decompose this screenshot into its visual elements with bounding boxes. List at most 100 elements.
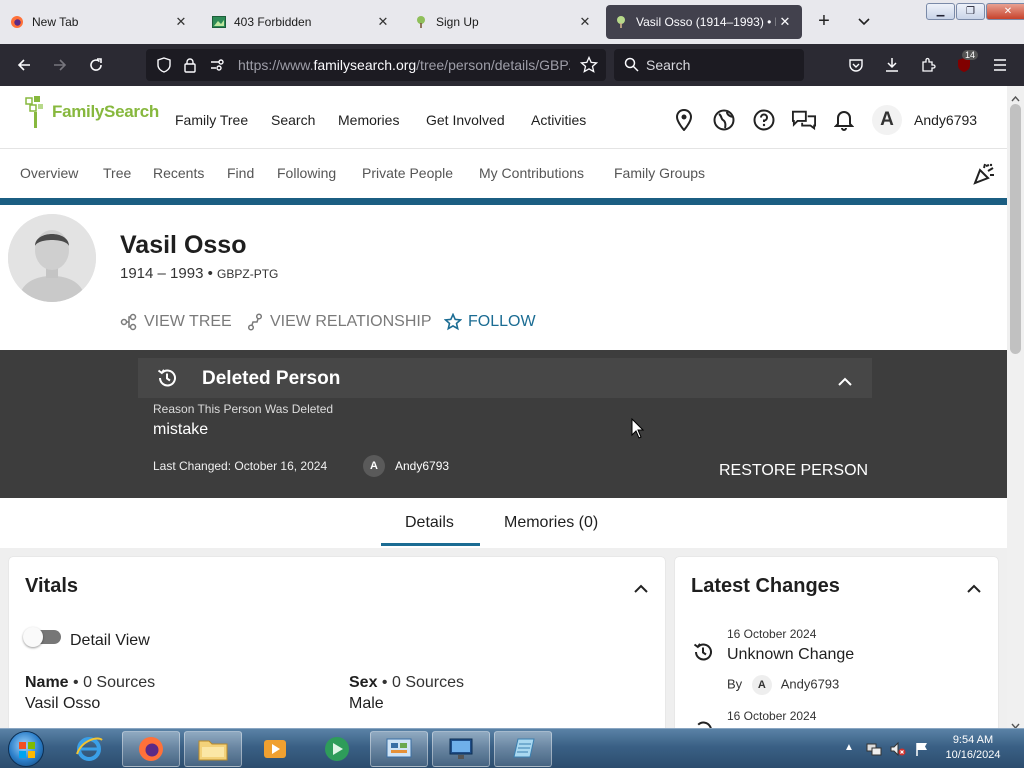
system-clock[interactable]: 9:54 AM 10/16/2024 bbox=[938, 733, 1008, 763]
control-panel-icon[interactable] bbox=[370, 731, 428, 767]
close-tab-icon[interactable]: ✕ bbox=[172, 13, 190, 31]
tracking-shield-icon[interactable] bbox=[156, 57, 172, 78]
help-icon[interactable] bbox=[752, 108, 776, 132]
changer-avatar[interactable]: A bbox=[363, 455, 385, 477]
file-explorer-icon[interactable] bbox=[184, 731, 242, 767]
show-hidden-icons-icon[interactable]: ▲ bbox=[844, 742, 854, 753]
internet-explorer-icon[interactable] bbox=[60, 731, 118, 767]
close-window-icon[interactable]: ✕ bbox=[986, 3, 1024, 20]
chevron-up-icon[interactable] bbox=[838, 373, 852, 391]
notifications-bell-icon[interactable] bbox=[832, 108, 856, 132]
lock-icon[interactable] bbox=[183, 57, 197, 78]
browser-tab-sign-up[interactable]: Sign Up ✕ bbox=[406, 5, 602, 39]
celebration-popper-icon[interactable] bbox=[972, 162, 996, 186]
location-pin-icon[interactable] bbox=[672, 108, 696, 132]
tab-memories[interactable]: Memories (0) bbox=[504, 514, 598, 532]
firefox-taskbar-icon[interactable] bbox=[122, 731, 180, 767]
reload-icon[interactable] bbox=[84, 53, 108, 77]
media-center-icon[interactable] bbox=[308, 731, 366, 767]
media-player-icon[interactable] bbox=[246, 731, 304, 767]
person-tabs: Details Memories (0) bbox=[0, 498, 1007, 548]
subnav-my-contributions[interactable]: My Contributions bbox=[479, 165, 584, 181]
extension-badge: 14 bbox=[962, 50, 979, 60]
restore-person-button[interactable]: RESTORE PERSON bbox=[719, 462, 868, 480]
forward-icon[interactable] bbox=[48, 53, 72, 77]
browser-tab-new-tab[interactable]: New Tab ✕ bbox=[2, 5, 198, 39]
search-bar[interactable]: Search bbox=[614, 49, 804, 81]
subnav-recents[interactable]: Recents bbox=[153, 165, 204, 181]
pocket-icon[interactable] bbox=[844, 53, 868, 77]
page-scrollbar[interactable] bbox=[1007, 86, 1024, 730]
start-button-windows-icon[interactable] bbox=[8, 731, 44, 767]
change-author-name[interactable]: Andy6793 bbox=[781, 676, 840, 691]
tab-title: New Tab bbox=[32, 15, 79, 29]
nav-search[interactable]: Search bbox=[271, 112, 315, 128]
tab-list-chevron-icon[interactable] bbox=[852, 10, 876, 34]
changer-username[interactable]: Andy6793 bbox=[395, 459, 449, 473]
close-tab-icon[interactable]: ✕ bbox=[374, 13, 392, 31]
url-bar[interactable]: https://www.familysearch.org/tree/person… bbox=[146, 49, 606, 81]
browser-tab-403[interactable]: 403 Forbidden ✕ bbox=[204, 5, 400, 39]
follow-button[interactable]: FOLLOW bbox=[444, 313, 536, 331]
person-id[interactable]: GBPZ-PTG bbox=[217, 267, 278, 281]
tab-details[interactable]: Details bbox=[405, 514, 454, 532]
close-tab-icon[interactable]: ✕ bbox=[776, 13, 794, 31]
globe-icon[interactable] bbox=[712, 108, 736, 132]
sex-value[interactable]: Male bbox=[349, 695, 384, 713]
deleted-person-header[interactable]: Deleted Person bbox=[138, 358, 872, 398]
history-icon bbox=[692, 719, 714, 728]
network-icon[interactable] bbox=[866, 741, 882, 757]
person-lifespan: 1914 – 1993 bbox=[120, 265, 204, 282]
change-author-avatar[interactable]: A bbox=[751, 675, 772, 695]
user-name[interactable]: Andy6793 bbox=[914, 112, 977, 128]
change-date: 16 October 2024 bbox=[727, 627, 817, 641]
person-name: Vasil Osso bbox=[120, 231, 247, 259]
subnav-tree[interactable]: Tree bbox=[103, 165, 131, 181]
view-relationship-button[interactable]: VIEW RELATIONSHIP bbox=[246, 313, 432, 331]
chevron-up-icon[interactable] bbox=[967, 580, 981, 594]
subnav-overview[interactable]: Overview bbox=[20, 165, 78, 181]
downloads-icon[interactable] bbox=[880, 53, 904, 77]
browser-tab-vasil-osso[interactable]: Vasil Osso (1914–1993) • Pe ✕ bbox=[606, 5, 802, 39]
subnav-following[interactable]: Following bbox=[277, 165, 336, 181]
sex-sources[interactable]: • 0 Sources bbox=[382, 674, 464, 691]
chevron-up-icon[interactable] bbox=[634, 580, 648, 594]
name-value[interactable]: Vasil Osso bbox=[25, 695, 100, 713]
menu-hamburger-icon[interactable] bbox=[988, 53, 1012, 77]
bookmark-star-icon[interactable] bbox=[579, 55, 599, 79]
vitals-card: Vitals Detail View Name • 0 Sources Vasi… bbox=[9, 557, 665, 728]
detail-view-toggle[interactable] bbox=[23, 627, 61, 647]
nav-activities[interactable]: Activities bbox=[531, 112, 586, 128]
nav-family-tree[interactable]: Family Tree bbox=[175, 112, 248, 128]
nav-get-involved[interactable]: Get Involved bbox=[426, 112, 505, 128]
subnav-family-groups[interactable]: Family Groups bbox=[614, 165, 705, 181]
view-relationship-label: VIEW RELATIONSHIP bbox=[270, 313, 432, 330]
nav-memories[interactable]: Memories bbox=[338, 112, 399, 128]
subnav-find[interactable]: Find bbox=[227, 165, 254, 181]
deletion-reason-label: Reason This Person Was Deleted bbox=[153, 402, 334, 416]
view-tree-button[interactable]: VIEW TREE bbox=[120, 313, 232, 331]
messages-icon[interactable] bbox=[792, 108, 816, 132]
back-icon[interactable] bbox=[12, 53, 36, 77]
familysearch-logo[interactable]: FamilySearch bbox=[24, 96, 159, 128]
remote-desktop-icon[interactable] bbox=[432, 731, 490, 767]
notepad-icon[interactable] bbox=[494, 731, 552, 767]
permissions-icon[interactable] bbox=[209, 57, 225, 78]
mouse-cursor-icon bbox=[631, 417, 645, 445]
follow-label: FOLLOW bbox=[468, 313, 536, 330]
restore-window-icon[interactable]: ❐ bbox=[956, 3, 985, 20]
close-tab-icon[interactable]: ✕ bbox=[576, 13, 594, 31]
action-center-flag-icon[interactable] bbox=[914, 741, 930, 757]
history-icon bbox=[692, 641, 714, 668]
scrollbar-thumb[interactable] bbox=[1010, 104, 1021, 354]
toggle-knob bbox=[23, 627, 43, 647]
tree-icon bbox=[614, 15, 628, 29]
subnav-private-people[interactable]: Private People bbox=[362, 165, 453, 181]
minimize-icon[interactable]: ▁ bbox=[926, 3, 955, 20]
extensions-icon[interactable] bbox=[916, 53, 940, 77]
name-sources[interactable]: • 0 Sources bbox=[73, 674, 155, 691]
new-tab-icon[interactable]: + bbox=[812, 10, 836, 34]
volume-muted-icon[interactable] bbox=[890, 741, 906, 757]
user-avatar[interactable]: A bbox=[872, 105, 902, 135]
change-type[interactable]: Unknown Change bbox=[727, 646, 854, 664]
